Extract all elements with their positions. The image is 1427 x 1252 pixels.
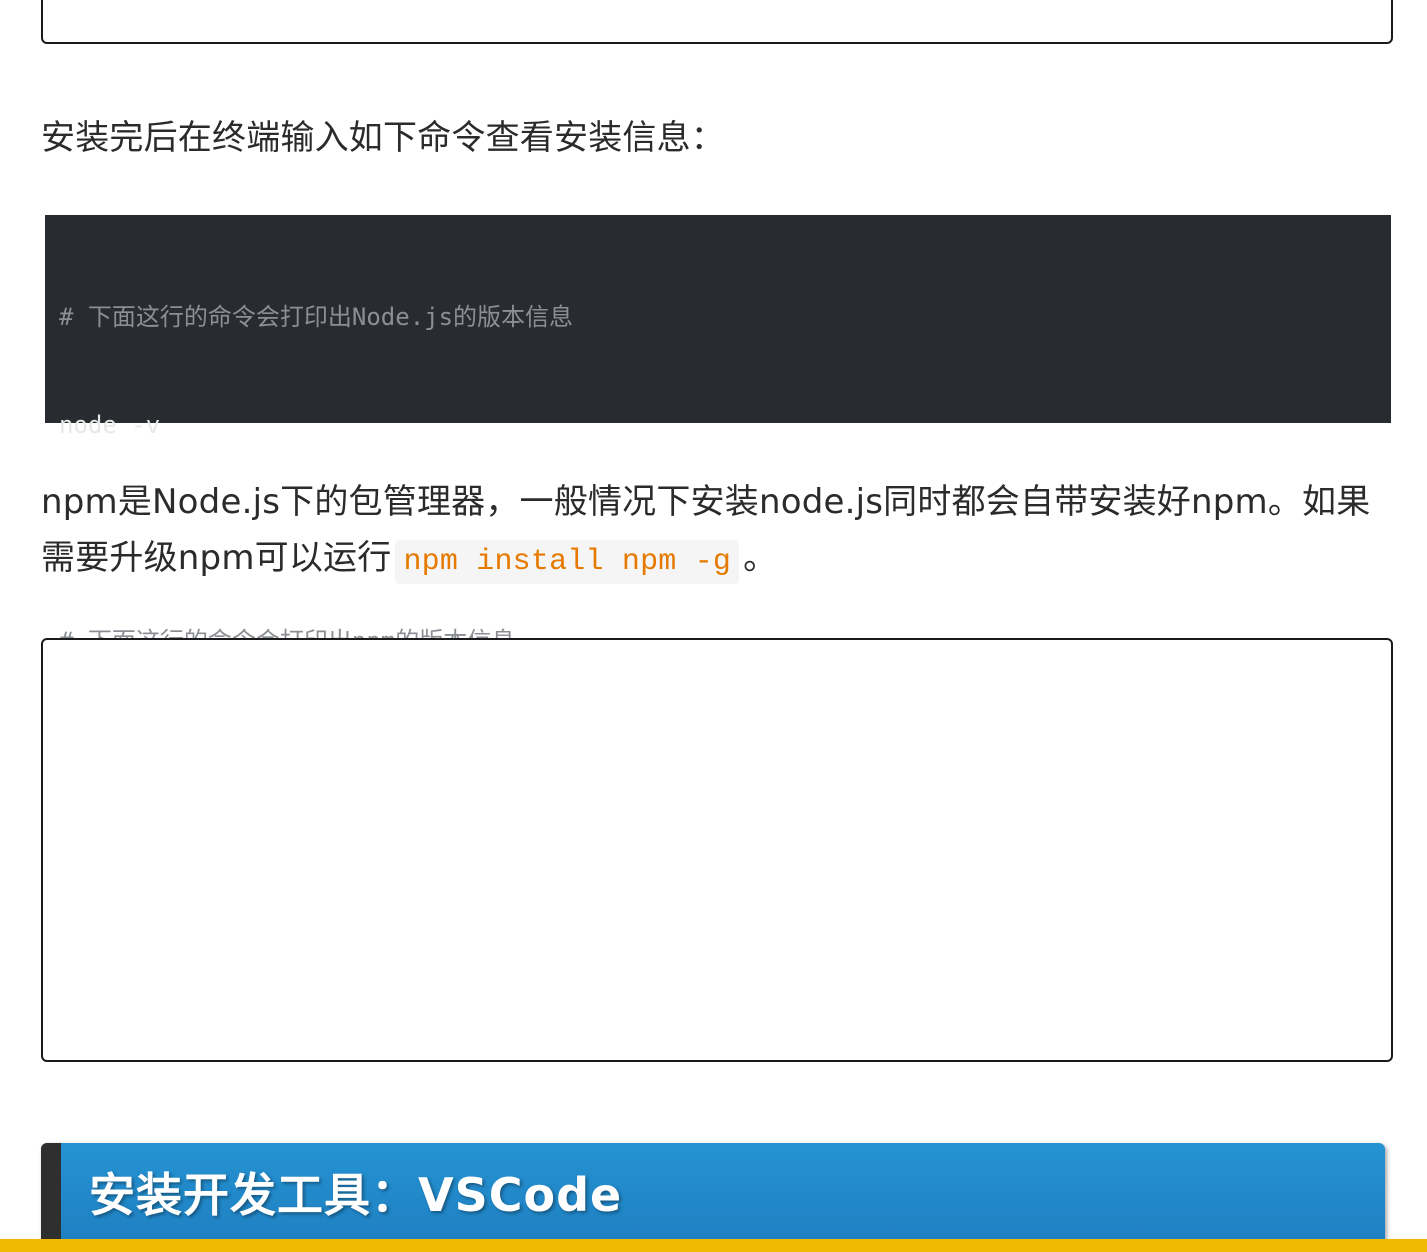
article-page: 安装完后在终端输入如下命令查看安装信息： # 下面这行的命令会打印出Node.j…	[0, 0, 1427, 1252]
inline-code-npm-install[interactable]: npm install npm -g	[395, 540, 740, 584]
heading-accent-bar	[41, 1143, 61, 1241]
image-placeholder-middle	[41, 638, 1393, 1062]
intro-paragraph: 安装完后在终端输入如下命令查看安装信息：	[41, 118, 725, 158]
code-block[interactable]: # 下面这行的命令会打印出Node.js的版本信息 node -v # 下面这行…	[45, 215, 1391, 763]
code-line-node: node -v	[59, 411, 161, 439]
npm-paragraph: npm是Node.js下的包管理器，一般情况下安装node.js同时都会自带安装…	[41, 474, 1381, 586]
section-heading-title: 安装开发工具：VSCode	[89, 1168, 623, 1222]
bottom-strip	[0, 1239, 1427, 1252]
image-placeholder-top	[41, 0, 1393, 44]
npm-paragraph-end: 。	[743, 538, 778, 578]
code-comment-node: # 下面这行的命令会打印出Node.js的版本信息	[59, 303, 574, 331]
section-heading-vscode: 安装开发工具：VSCode	[41, 1143, 1385, 1241]
